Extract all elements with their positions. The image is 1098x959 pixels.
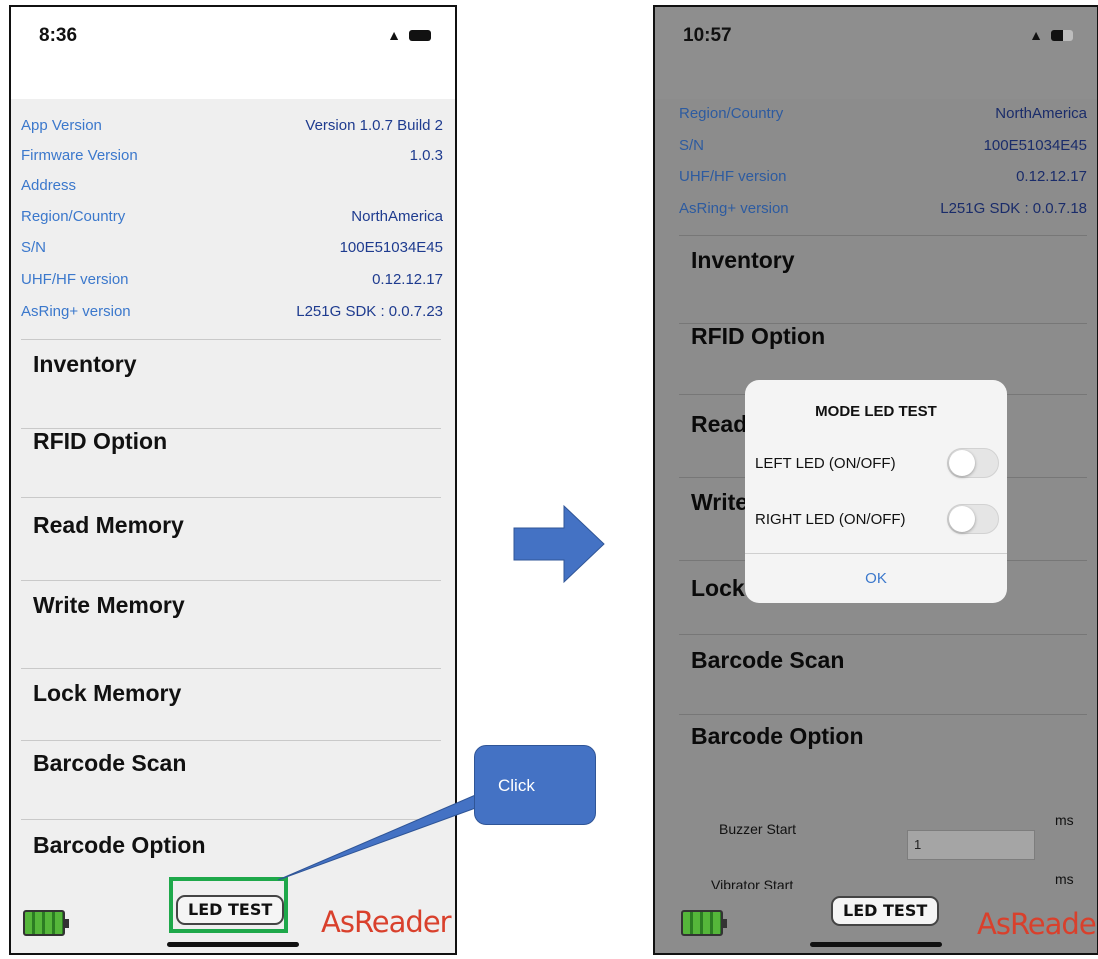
divider: [679, 714, 1087, 715]
info-label: Region/Country: [679, 105, 784, 122]
info-label: S/N: [679, 137, 705, 154]
ok-button[interactable]: OK: [745, 570, 1007, 587]
menu-item-read-memory[interactable]: Read Memory: [33, 512, 184, 539]
info-value: L251G SDK : 0.0.7.18: [940, 200, 1087, 217]
info-value: Version 1.0.7 Build 2: [305, 117, 443, 134]
left-led-label: LEFT LED (ON/OFF): [755, 455, 896, 472]
info-label: UHF/HF version: [679, 168, 787, 185]
menu-item-write-memory[interactable]: Write: [691, 489, 748, 516]
info-row-asring-version: AsRing+ version L251G SDK : 0.0.7.18: [679, 194, 1087, 224]
menu-item-read-memory[interactable]: Read: [691, 411, 747, 438]
menu-item-rfid-option[interactable]: RFID Option: [691, 323, 825, 350]
info-row-asring-version: AsRing+ version L251G SDK : 0.0.7.23: [21, 297, 443, 327]
divider: [21, 740, 441, 741]
info-row-uhf-hf-version: UHF/HF version 0.12.12.17: [21, 265, 443, 295]
info-row-serial-number: S/N 100E51034E45: [679, 131, 1087, 161]
divider: [21, 339, 441, 340]
battery-status-icon: [409, 29, 431, 41]
info-label: Region/Country: [21, 208, 126, 225]
dialog-divider: [745, 553, 1007, 554]
led-test-dialog: MODE LED TEST LEFT LED (ON/OFF) RIGHT LE…: [745, 380, 1007, 603]
info-label: UHF/HF version: [21, 271, 129, 288]
info-label: App Version: [21, 117, 102, 134]
vibrator-unit: ms: [1055, 873, 1074, 887]
toggle-knob: [949, 450, 975, 476]
info-row-uhf-hf-version: UHF/HF version 0.12.12.17: [679, 162, 1087, 192]
wifi-icon: ▲: [1029, 27, 1043, 43]
menu-item-inventory[interactable]: Inventory: [691, 247, 795, 274]
info-value: L251G SDK : 0.0.7.23: [296, 303, 443, 320]
led-test-button[interactable]: LED TEST: [831, 896, 940, 926]
info-row-address: Address: [21, 171, 443, 201]
battery-level-icon: [23, 910, 69, 936]
home-indicator[interactable]: [167, 942, 299, 947]
info-label: AsRing+ version: [679, 200, 789, 217]
menu-item-lock-memory[interactable]: Lock Memory: [33, 680, 181, 707]
status-time: 8:36: [39, 25, 78, 46]
toggle-knob: [949, 506, 975, 532]
callout-text: Click: [498, 776, 535, 795]
divider: [679, 634, 1087, 635]
phone-screen-after: 10:57 ▲ Region/Country NorthAmerica S/N …: [653, 5, 1098, 955]
led-test-highlight-box: [169, 877, 288, 933]
phone-screen-before: 8:36 ▲ App Version Version 1.0.7 Build 2…: [9, 5, 457, 955]
wifi-icon: ▲: [387, 27, 401, 43]
battery-level-icon: [681, 910, 727, 936]
right-led-toggle[interactable]: [947, 504, 999, 534]
info-label: AsRing+ version: [21, 303, 131, 320]
info-value: 0.12.12.17: [1016, 168, 1087, 185]
info-value: 0.12.12.17: [372, 271, 443, 288]
menu-item-inventory[interactable]: Inventory: [33, 351, 137, 378]
divider: [21, 580, 441, 581]
info-row-serial-number: S/N 100E51034E45: [21, 233, 443, 263]
menu-item-rfid-option[interactable]: RFID Option: [33, 428, 167, 455]
menu-item-barcode-scan[interactable]: Barcode Scan: [33, 750, 186, 777]
buzzer-start-input[interactable]: 1: [907, 830, 1035, 860]
buzzer-unit: ms: [1055, 812, 1074, 828]
info-row-region: Region/Country NorthAmerica: [21, 202, 443, 232]
info-row-app-version: App Version Version 1.0.7 Build 2: [21, 111, 443, 141]
divider: [679, 235, 1087, 236]
battery-status-icon: [1051, 29, 1073, 41]
info-label: Address: [21, 177, 77, 194]
vibrator-start-label: Vibrator Start: [711, 877, 794, 889]
divider: [21, 497, 441, 498]
left-led-toggle[interactable]: [947, 448, 999, 478]
info-label: S/N: [21, 239, 47, 256]
status-bar: 10:57 ▲: [655, 7, 1097, 99]
info-value: 100E51034E45: [339, 239, 443, 256]
info-value: NorthAmerica: [351, 208, 443, 225]
right-led-label: RIGHT LED (ON/OFF): [755, 511, 906, 528]
click-callout: [474, 745, 596, 825]
info-row-region: Region/Country NorthAmerica: [679, 99, 1087, 129]
menu-item-barcode-scan[interactable]: Barcode Scan: [691, 647, 844, 674]
info-row-firmware-version: Firmware Version 1.0.3: [21, 141, 443, 171]
dialog-title: MODE LED TEST: [815, 403, 937, 420]
status-time: 10:57: [683, 25, 732, 46]
buzzer-start-label: Buzzer Start: [719, 821, 797, 837]
home-indicator[interactable]: [810, 942, 942, 947]
menu-item-barcode-option[interactable]: Barcode Option: [691, 723, 864, 750]
menu-item-barcode-option[interactable]: Barcode Option: [33, 832, 206, 859]
info-value: 1.0.3: [409, 147, 443, 164]
info-label: Firmware Version: [21, 147, 138, 164]
arrow-right-icon: [513, 504, 605, 584]
menu-item-lock-memory[interactable]: Lock: [691, 575, 745, 602]
info-value: 100E51034E45: [983, 137, 1087, 154]
divider: [21, 668, 441, 669]
asreader-logo: AsReader: [321, 905, 452, 939]
asreader-logo: AsReader: [977, 907, 1098, 941]
status-bar: 8:36 ▲: [11, 7, 455, 99]
info-value: NorthAmerica: [995, 105, 1087, 122]
divider: [21, 819, 441, 820]
menu-item-write-memory[interactable]: Write Memory: [33, 592, 185, 619]
